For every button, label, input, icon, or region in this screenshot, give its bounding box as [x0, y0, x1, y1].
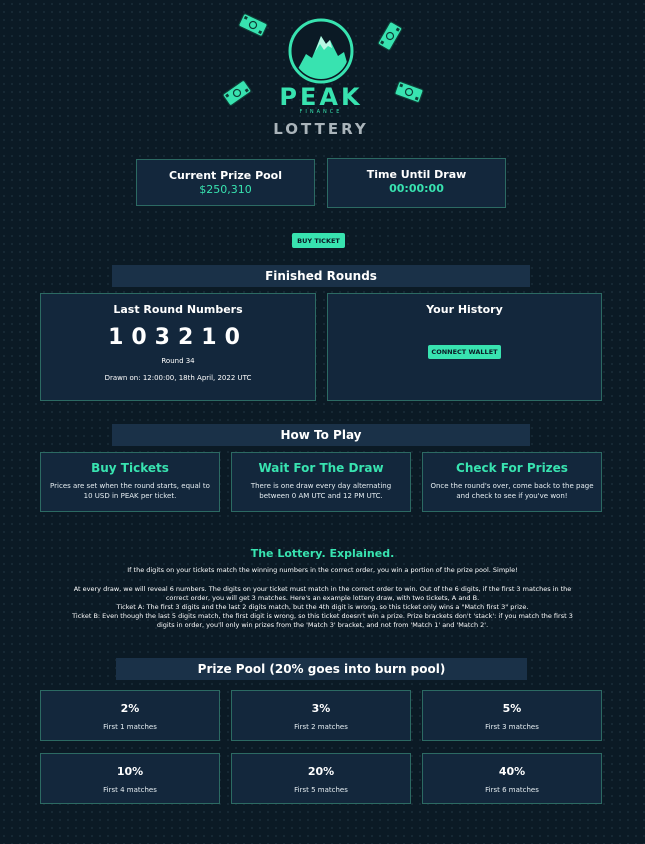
- card-title: Wait For The Draw: [258, 461, 384, 475]
- prize-pool-card: Current Prize Pool $250,310: [136, 159, 315, 206]
- card-text: Once the round's over, come back to the …: [430, 482, 594, 490]
- ticket-b-example-cont: digits in order, you'll only win prizes …: [156, 621, 489, 629]
- explained-paragraph: At every draw, we will reveal 6 numbers.…: [40, 585, 605, 630]
- card-text: 10 USD in PEAK per ticket.: [83, 492, 177, 500]
- prize-bracket-label: First 3 matches: [485, 723, 539, 731]
- prize-bracket-card: 10% First 4 matches: [40, 753, 220, 804]
- how-to-card-buy-tickets: Buy Tickets Prices are set when the roun…: [40, 452, 220, 512]
- prize-bracket-label: First 5 matches: [294, 786, 348, 794]
- time-until-draw-label: Time Until Draw: [366, 168, 467, 181]
- prize-bracket-percent: 3%: [311, 702, 331, 715]
- card-text: There is one draw every day alternating: [250, 482, 392, 490]
- money-bill-icon: [222, 80, 252, 106]
- prize-bracket-label: First 2 matches: [294, 723, 348, 731]
- round-number: Round 34: [161, 357, 195, 365]
- explained-line: At every draw, we will reveal 6 numbers.…: [73, 585, 572, 593]
- drawn-on: Drawn on: 12:00:00, 18th April, 2022 UTC: [104, 374, 252, 382]
- money-bill-icon: [377, 21, 403, 51]
- explained-title: The Lottery. Explained.: [250, 547, 395, 560]
- prize-bracket-card: 2% First 1 matches: [40, 690, 220, 741]
- card-text: and check to see if you've won!: [456, 492, 568, 500]
- prize-distribution-header: Prize Pool (20% goes into burn pool): [116, 658, 527, 680]
- brand-name: PEAK: [279, 83, 363, 111]
- finished-rounds-header: Finished Rounds: [112, 265, 530, 287]
- history-title: Your History: [426, 303, 503, 316]
- prize-bracket-percent: 5%: [502, 702, 522, 715]
- product-title: LOTTERY: [273, 120, 369, 138]
- how-to-card-check-prizes: Check For Prizes Once the round's over, …: [422, 452, 602, 512]
- card-text: Prices are set when the round starts, eq…: [50, 482, 210, 490]
- connect-wallet-button[interactable]: CONNECT WALLET: [428, 345, 501, 359]
- ticket-a-example: Ticket A: The first 3 digits and the las…: [116, 603, 529, 611]
- prize-bracket-card: 40% First 6 matches: [422, 753, 602, 804]
- prize-bracket-label: First 1 matches: [103, 723, 157, 731]
- card-text: between 0 AM UTC and 12 PM UTC.: [259, 492, 383, 500]
- how-to-play-header: How To Play: [112, 424, 530, 446]
- last-round-title: Last Round Numbers: [113, 303, 243, 316]
- prize-bracket-card: 5% First 3 matches: [422, 690, 602, 741]
- explained-intro: If the digits on your tickets match the …: [127, 566, 518, 574]
- prize-bracket-card: 3% First 2 matches: [231, 690, 411, 741]
- prize-bracket-percent: 40%: [498, 765, 526, 778]
- card-title: Check For Prizes: [456, 461, 568, 475]
- prize-pool-value: $250,310: [199, 183, 252, 196]
- brand-subtitle: FINANCE: [299, 109, 343, 115]
- prize-pool-label: Current Prize Pool: [168, 169, 283, 182]
- last-round-card: Last Round Numbers 103210 Round 34 Drawn…: [40, 293, 316, 401]
- prize-bracket-percent: 10%: [116, 765, 144, 778]
- how-to-play-title: How To Play: [280, 428, 362, 442]
- prize-bracket-percent: 20%: [307, 765, 335, 778]
- how-to-card-wait-for-draw: Wait For The Draw There is one draw ever…: [231, 452, 411, 512]
- mountain-icon: [288, 18, 354, 84]
- buy-ticket-button[interactable]: BUY TICKET: [292, 233, 345, 248]
- prize-bracket-label: First 4 matches: [103, 786, 157, 794]
- money-bill-icon: [238, 13, 268, 37]
- prize-bracket-percent: 2%: [120, 702, 140, 715]
- money-bill-icon: [394, 80, 424, 104]
- explained-line: correct order, you will get 3 matches. H…: [165, 594, 480, 602]
- winning-numbers: 103210: [108, 325, 248, 350]
- prize-bracket-label: First 6 matches: [485, 786, 539, 794]
- prize-distribution-title: Prize Pool (20% goes into burn pool): [197, 662, 446, 676]
- finished-rounds-title: Finished Rounds: [265, 269, 377, 283]
- card-title: Buy Tickets: [91, 461, 169, 475]
- prize-bracket-card: 20% First 5 matches: [231, 753, 411, 804]
- time-until-draw-card: Time Until Draw 00:00:00: [327, 158, 506, 208]
- time-until-draw-value: 00:00:00: [389, 182, 444, 195]
- ticket-b-example: Ticket B: Even though the last 5 digits …: [72, 612, 573, 620]
